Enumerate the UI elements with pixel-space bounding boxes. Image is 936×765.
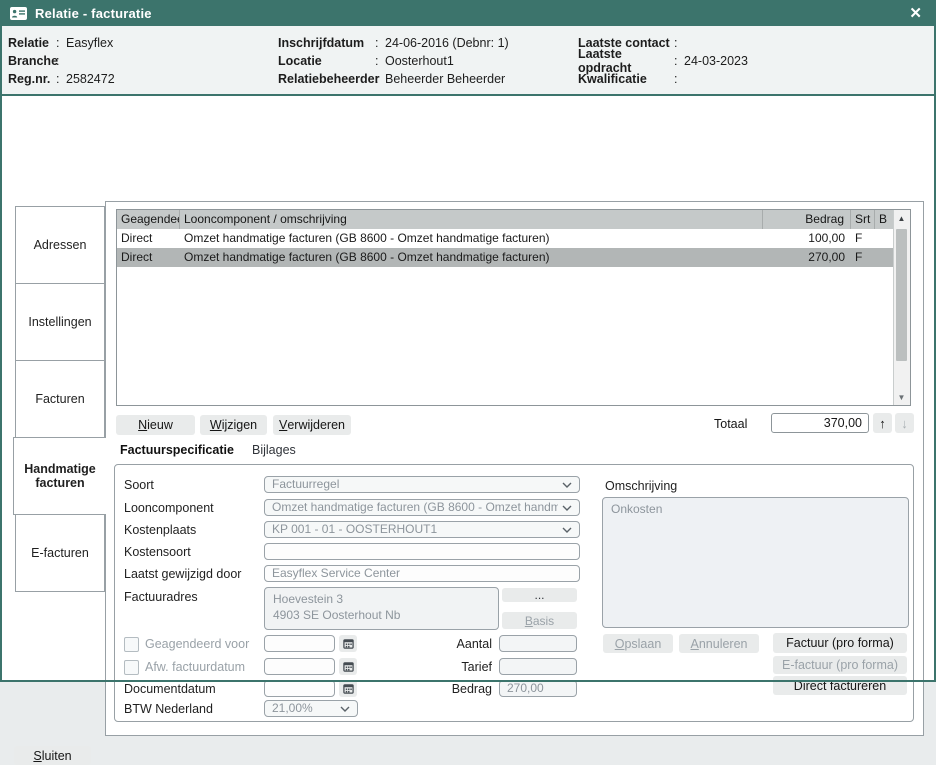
field-label: Locatie	[278, 54, 375, 68]
sidebar-tab-instellingen[interactable]: Instellingen	[15, 283, 105, 361]
annuleren-button[interactable]: Annuleren	[679, 634, 759, 653]
sidebar-tab-handmatige-facturen[interactable]: Handmatige facturen	[13, 437, 106, 515]
documentdatum-date-input[interactable]	[264, 680, 335, 697]
looncomponent-select[interactable]: Omzet handmatige facturen (GB 8600 - Omz…	[264, 499, 580, 516]
direct-factureren-button[interactable]: Direct factureren	[773, 676, 907, 695]
main-area: Adressen Instellingen Facturen Handmatig…	[2, 96, 934, 680]
field-label: Branche	[8, 54, 56, 68]
chevron-down-icon	[562, 505, 572, 511]
column-header-b[interactable]: B	[875, 210, 893, 229]
column-header-looncomponent[interactable]: Looncomponent / omschrijving	[180, 210, 763, 229]
field-value: Oosterhout1	[385, 54, 454, 68]
relation-header: Relatie:Easyflex Branche: Reg.nr.:258247…	[0, 26, 936, 96]
calendar-icon[interactable]	[339, 680, 357, 697]
kostensoort-label: Kostensoort	[124, 545, 191, 559]
header-column-2: Inschrijfdatum:24-06-2016 (Debnr: 1) Loc…	[278, 34, 509, 88]
field-label: Kwalificatie	[578, 72, 674, 86]
basis-button[interactable]: Basis	[502, 612, 577, 629]
sidebar-tab-facturen[interactable]: Facturen	[15, 360, 105, 438]
header-column-1: Relatie:Easyflex Branche: Reg.nr.:258247…	[8, 34, 115, 88]
field-value: 24-06-2016 (Debnr: 1)	[385, 36, 509, 50]
opslaan-button[interactable]: Opslaan	[603, 634, 673, 653]
relatie-facturatie-window: Relatie - facturatie ✕ Relatie:Easyflex …	[0, 0, 936, 682]
factuuradres-more-button[interactable]: ...	[502, 588, 577, 602]
field-value: 2582472	[66, 72, 115, 86]
bedrag-input[interactable]: 270,00	[499, 680, 577, 697]
sluiten-button[interactable]: Sluiten	[14, 746, 91, 765]
table-row-selected[interactable]: Direct Omzet handmatige facturen (GB 860…	[117, 248, 893, 267]
documentdatum-label: Documentdatum	[124, 682, 216, 696]
column-header-srt[interactable]: Srt	[851, 210, 875, 229]
column-header-bedrag[interactable]: Bedrag	[763, 210, 851, 229]
chevron-down-icon	[562, 482, 572, 488]
chevron-down-icon	[562, 527, 572, 533]
vertical-scrollbar[interactable]: ▲ ▼	[893, 210, 910, 405]
tab-factuurspecificatie[interactable]: Factuurspecificatie	[120, 443, 234, 457]
geagendeerd-voor-checkbox[interactable]	[124, 637, 139, 652]
afw-factuurdatum-date-input[interactable]	[264, 658, 335, 675]
move-down-button[interactable]: ↓	[895, 413, 914, 433]
invoice-lines-table: Geagendeerd Looncomponent / omschrijving…	[116, 209, 911, 406]
factuuradres-textarea[interactable]: Hoevestein 3 4903 SE Oosterhout Nb	[264, 587, 499, 630]
soort-label: Soort	[124, 478, 154, 492]
tarief-input[interactable]	[499, 658, 577, 675]
bedrag-label: Bedrag	[422, 682, 492, 696]
omschrijving-label: Omschrijving	[605, 479, 677, 493]
verwijderen-button[interactable]: Verwijderen	[273, 415, 351, 435]
window-title: Relatie - facturatie	[35, 6, 152, 21]
aantal-input[interactable]	[499, 635, 577, 652]
field-label: Laatste opdracht	[578, 47, 674, 75]
geagendeerd-voor-label: Geagendeerd voor	[145, 637, 249, 651]
table-header-row: Geagendeerd Looncomponent / omschrijving…	[117, 210, 893, 229]
looncomponent-label: Looncomponent	[124, 501, 214, 515]
column-header-geagendeerd[interactable]: Geagendeerd	[117, 210, 180, 229]
laatst-gewijzigd-label: Laatst gewijzigd door	[124, 567, 241, 581]
scroll-up-icon[interactable]: ▲	[894, 210, 909, 226]
wijzigen-button[interactable]: Wijzigen	[200, 415, 267, 435]
kostenplaats-select[interactable]: KP 001 - 01 - OOSTERHOUT1	[264, 521, 580, 538]
sidebar-tab-adressen[interactable]: Adressen	[15, 206, 105, 284]
totaal-value-field[interactable]: 370,00	[771, 413, 869, 433]
afw-factuurdatum-checkbox[interactable]	[124, 660, 139, 675]
scrollbar-thumb[interactable]	[896, 229, 907, 361]
e-factuur-pro-forma-button[interactable]: E-factuur (pro forma)	[773, 656, 907, 674]
calendar-icon[interactable]	[339, 635, 357, 652]
kostenplaats-label: Kostenplaats	[124, 523, 196, 537]
calendar-icon[interactable]	[339, 658, 357, 675]
title-bar: Relatie - facturatie ✕	[0, 0, 936, 26]
aantal-label: Aantal	[422, 637, 492, 651]
move-up-button[interactable]: ↑	[873, 413, 892, 433]
chevron-down-icon	[340, 706, 350, 712]
table-row[interactable]: Direct Omzet handmatige facturen (GB 860…	[117, 229, 893, 248]
header-column-3: Laatste contact: Laatste opdracht:24-03-…	[578, 34, 748, 88]
scroll-down-icon[interactable]: ▼	[894, 389, 909, 405]
soort-select[interactable]: Factuurregel	[264, 476, 580, 493]
laatst-gewijzigd-input: Easyflex Service Center	[264, 565, 580, 582]
geagendeerd-voor-date-input[interactable]	[264, 635, 335, 652]
tarief-label: Tarief	[422, 660, 492, 674]
field-value: Easyflex	[66, 36, 113, 50]
field-value: 24-03-2023	[684, 54, 748, 68]
tab-bijlages[interactable]: Bijlages	[252, 443, 296, 457]
field-value: Beheerder Beheerder	[385, 72, 505, 86]
field-label: Reg.nr.	[8, 72, 56, 86]
kostensoort-input[interactable]	[264, 543, 580, 560]
afw-factuurdatum-label: Afw. factuurdatum	[145, 660, 245, 674]
close-icon[interactable]: ✕	[905, 5, 926, 22]
field-label: Inschrijfdatum	[278, 36, 375, 50]
omschrijving-textarea[interactable]: Onkosten	[602, 497, 909, 628]
totaal-label: Totaal	[714, 417, 747, 431]
field-label: Relatiebeheerder	[278, 72, 375, 86]
btw-label: BTW Nederland	[124, 702, 213, 716]
factuur-pro-forma-button[interactable]: Factuur (pro forma)	[773, 633, 907, 653]
sidebar-tab-e-facturen[interactable]: E-facturen	[15, 514, 105, 592]
field-label: Relatie	[8, 36, 56, 50]
nieuw-button[interactable]: Nieuw	[116, 415, 195, 435]
btw-select[interactable]: 21,00%	[264, 700, 358, 717]
factuuradres-label: Factuuradres	[124, 590, 198, 604]
contact-card-icon	[10, 7, 27, 20]
